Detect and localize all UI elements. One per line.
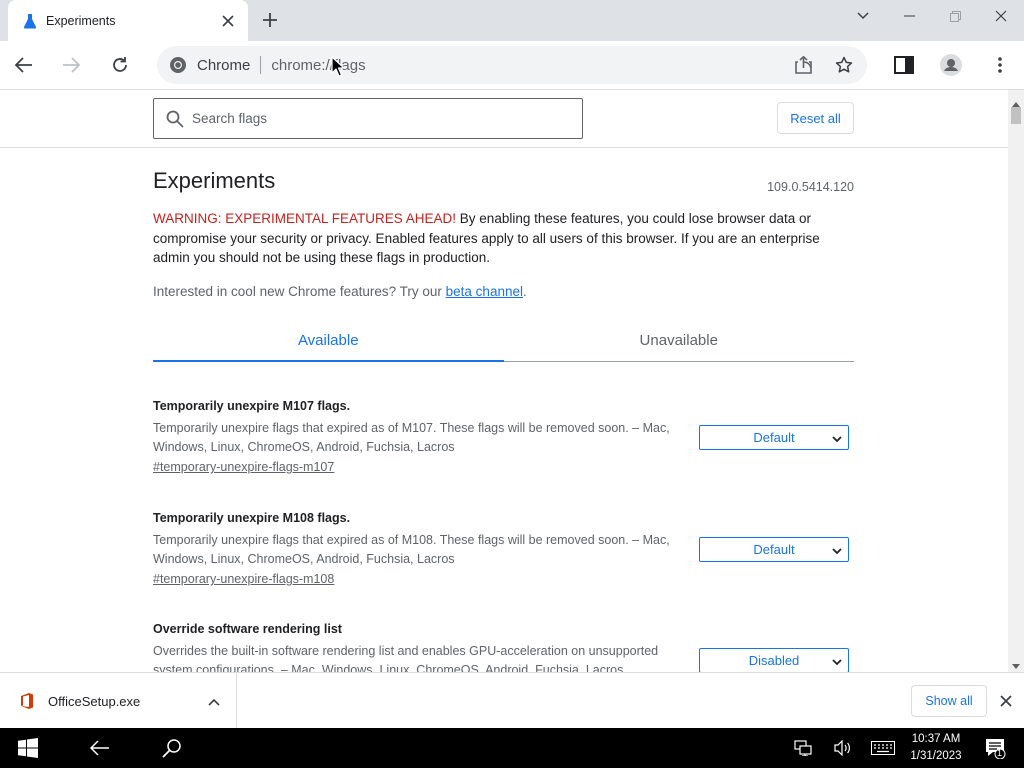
- flags-tabs: Available Unavailable: [153, 320, 854, 362]
- flag-state-select[interactable]: Default: [699, 537, 849, 562]
- flag-state-value: Default: [753, 542, 795, 557]
- restore-button[interactable]: [932, 4, 978, 28]
- taskbar-clock[interactable]: 10:37 AM 1/31/2023: [900, 731, 972, 765]
- page-scrollbar[interactable]: [1008, 90, 1024, 672]
- flag-entry: Override software rendering list Overrid…: [153, 622, 854, 672]
- chrome-logo-icon: [169, 56, 187, 74]
- side-panel-icon[interactable]: [890, 51, 918, 79]
- tab-strip: Experiments: [0, 0, 1024, 41]
- windows-start-icon[interactable]: [8, 728, 48, 768]
- back-button[interactable]: [10, 51, 38, 79]
- new-tab-button[interactable]: [258, 8, 282, 32]
- reload-button[interactable]: [106, 51, 134, 79]
- flag-name: Override software rendering list: [153, 622, 342, 636]
- tab-title: Experiments: [46, 13, 116, 28]
- download-item[interactable]: OfficeSetup.exe: [0, 673, 237, 729]
- close-window-button[interactable]: [978, 4, 1024, 28]
- flag-name: Temporarily unexpire M107 flags.: [153, 399, 351, 413]
- version-label: 109.0.5414.120: [767, 180, 854, 194]
- tab-close-icon[interactable]: [218, 11, 238, 31]
- clock-date: 1/31/2023: [910, 750, 962, 762]
- windows-taskbar: 10:37 AM 1/31/2023 1: [0, 728, 1024, 768]
- flag-state-select[interactable]: Default: [699, 425, 849, 450]
- search-icon[interactable]: [152, 728, 192, 768]
- menu-kebab-icon[interactable]: [986, 51, 1014, 79]
- share-icon[interactable]: [794, 55, 814, 75]
- browser-tab-experiments[interactable]: Experiments: [8, 0, 248, 41]
- flag-description: Temporarily unexpire flags that expired …: [153, 421, 670, 454]
- keyboard-icon[interactable]: [870, 728, 896, 768]
- minimize-button[interactable]: [886, 4, 932, 28]
- beta-channel-note: Interested in cool new Chrome features? …: [153, 284, 527, 299]
- flags-search-header: Reset all: [0, 90, 1008, 148]
- notification-count: 1: [997, 748, 1003, 758]
- flask-icon: [22, 13, 38, 29]
- search-icon: [166, 110, 184, 128]
- omnibox-site-chip: Chrome: [197, 56, 251, 74]
- search-flags-input[interactable]: [192, 111, 572, 126]
- chevron-down-icon: [832, 432, 842, 447]
- tab-available[interactable]: Available: [153, 320, 504, 362]
- reset-all-button[interactable]: Reset all: [777, 102, 854, 134]
- volume-icon[interactable]: [832, 728, 854, 768]
- interest-end: .: [522, 284, 527, 299]
- flags-search-box[interactable]: [153, 98, 583, 139]
- back-arrow-icon[interactable]: [80, 728, 120, 768]
- interest-text: Interested in cool new Chrome features? …: [153, 284, 446, 299]
- show-all-button[interactable]: Show all: [911, 685, 987, 717]
- flag-permalink[interactable]: #temporary-unexpire-flags-m108: [153, 572, 334, 586]
- scrollbar-thumb[interactable]: [1011, 107, 1021, 124]
- mouse-cursor-icon: [331, 56, 345, 81]
- flag-state-value: Default: [753, 430, 795, 445]
- office-icon: [20, 693, 34, 709]
- notification-center-icon[interactable]: 1: [982, 728, 1008, 768]
- download-bar: OfficeSetup.exe Show all: [0, 672, 1024, 729]
- chevron-up-icon[interactable]: [208, 694, 220, 709]
- beta-channel-link[interactable]: beta channel: [446, 284, 523, 299]
- clock-time: 10:37 AM: [911, 733, 961, 745]
- flag-state-value: Disabled: [748, 653, 800, 668]
- tab-unavailable[interactable]: Unavailable: [504, 320, 855, 361]
- browser-toolbar: Chrome chrome://flags: [0, 41, 1024, 90]
- download-filename: OfficeSetup.exe: [48, 693, 141, 709]
- flag-name: Temporarily unexpire M108 flags.: [153, 511, 351, 525]
- network-icon[interactable]: [792, 728, 814, 768]
- address-bar[interactable]: Chrome chrome://flags: [157, 46, 867, 84]
- profile-avatar-icon[interactable]: [937, 51, 965, 79]
- bookmark-star-icon[interactable]: [834, 55, 854, 75]
- omnibox-separator: [260, 56, 262, 74]
- flag-state-select[interactable]: Disabled: [699, 648, 849, 672]
- close-download-bar-icon[interactable]: [996, 691, 1016, 711]
- chevron-down-icon: [832, 544, 842, 559]
- chevron-down-icon: [832, 655, 842, 670]
- flag-permalink[interactable]: #temporary-unexpire-flags-m107: [153, 460, 334, 474]
- scroll-up-arrow-icon[interactable]: [1012, 95, 1020, 107]
- warning-heading: WARNING: EXPERIMENTAL FEATURES AHEAD!: [153, 211, 457, 226]
- warning-text: WARNING: EXPERIMENTAL FEATURES AHEAD! By…: [153, 209, 858, 268]
- scroll-down-arrow-icon[interactable]: [1012, 658, 1020, 669]
- flag-entry: Temporarily unexpire M107 flags. Tempora…: [153, 399, 854, 474]
- flag-description: Temporarily unexpire flags that expired …: [153, 533, 670, 566]
- tab-search-icon[interactable]: [840, 4, 886, 28]
- forward-button[interactable]: [57, 51, 85, 79]
- page-title: Experiments: [153, 168, 276, 193]
- flag-description: Overrides the built-in software renderin…: [153, 644, 659, 672]
- omnibox-url[interactable]: chrome://flags: [271, 57, 365, 74]
- flags-page: Reset all Experiments 109.0.5414.120 WAR…: [0, 90, 1008, 672]
- flag-entry: Temporarily unexpire M108 flags. Tempora…: [153, 511, 854, 586]
